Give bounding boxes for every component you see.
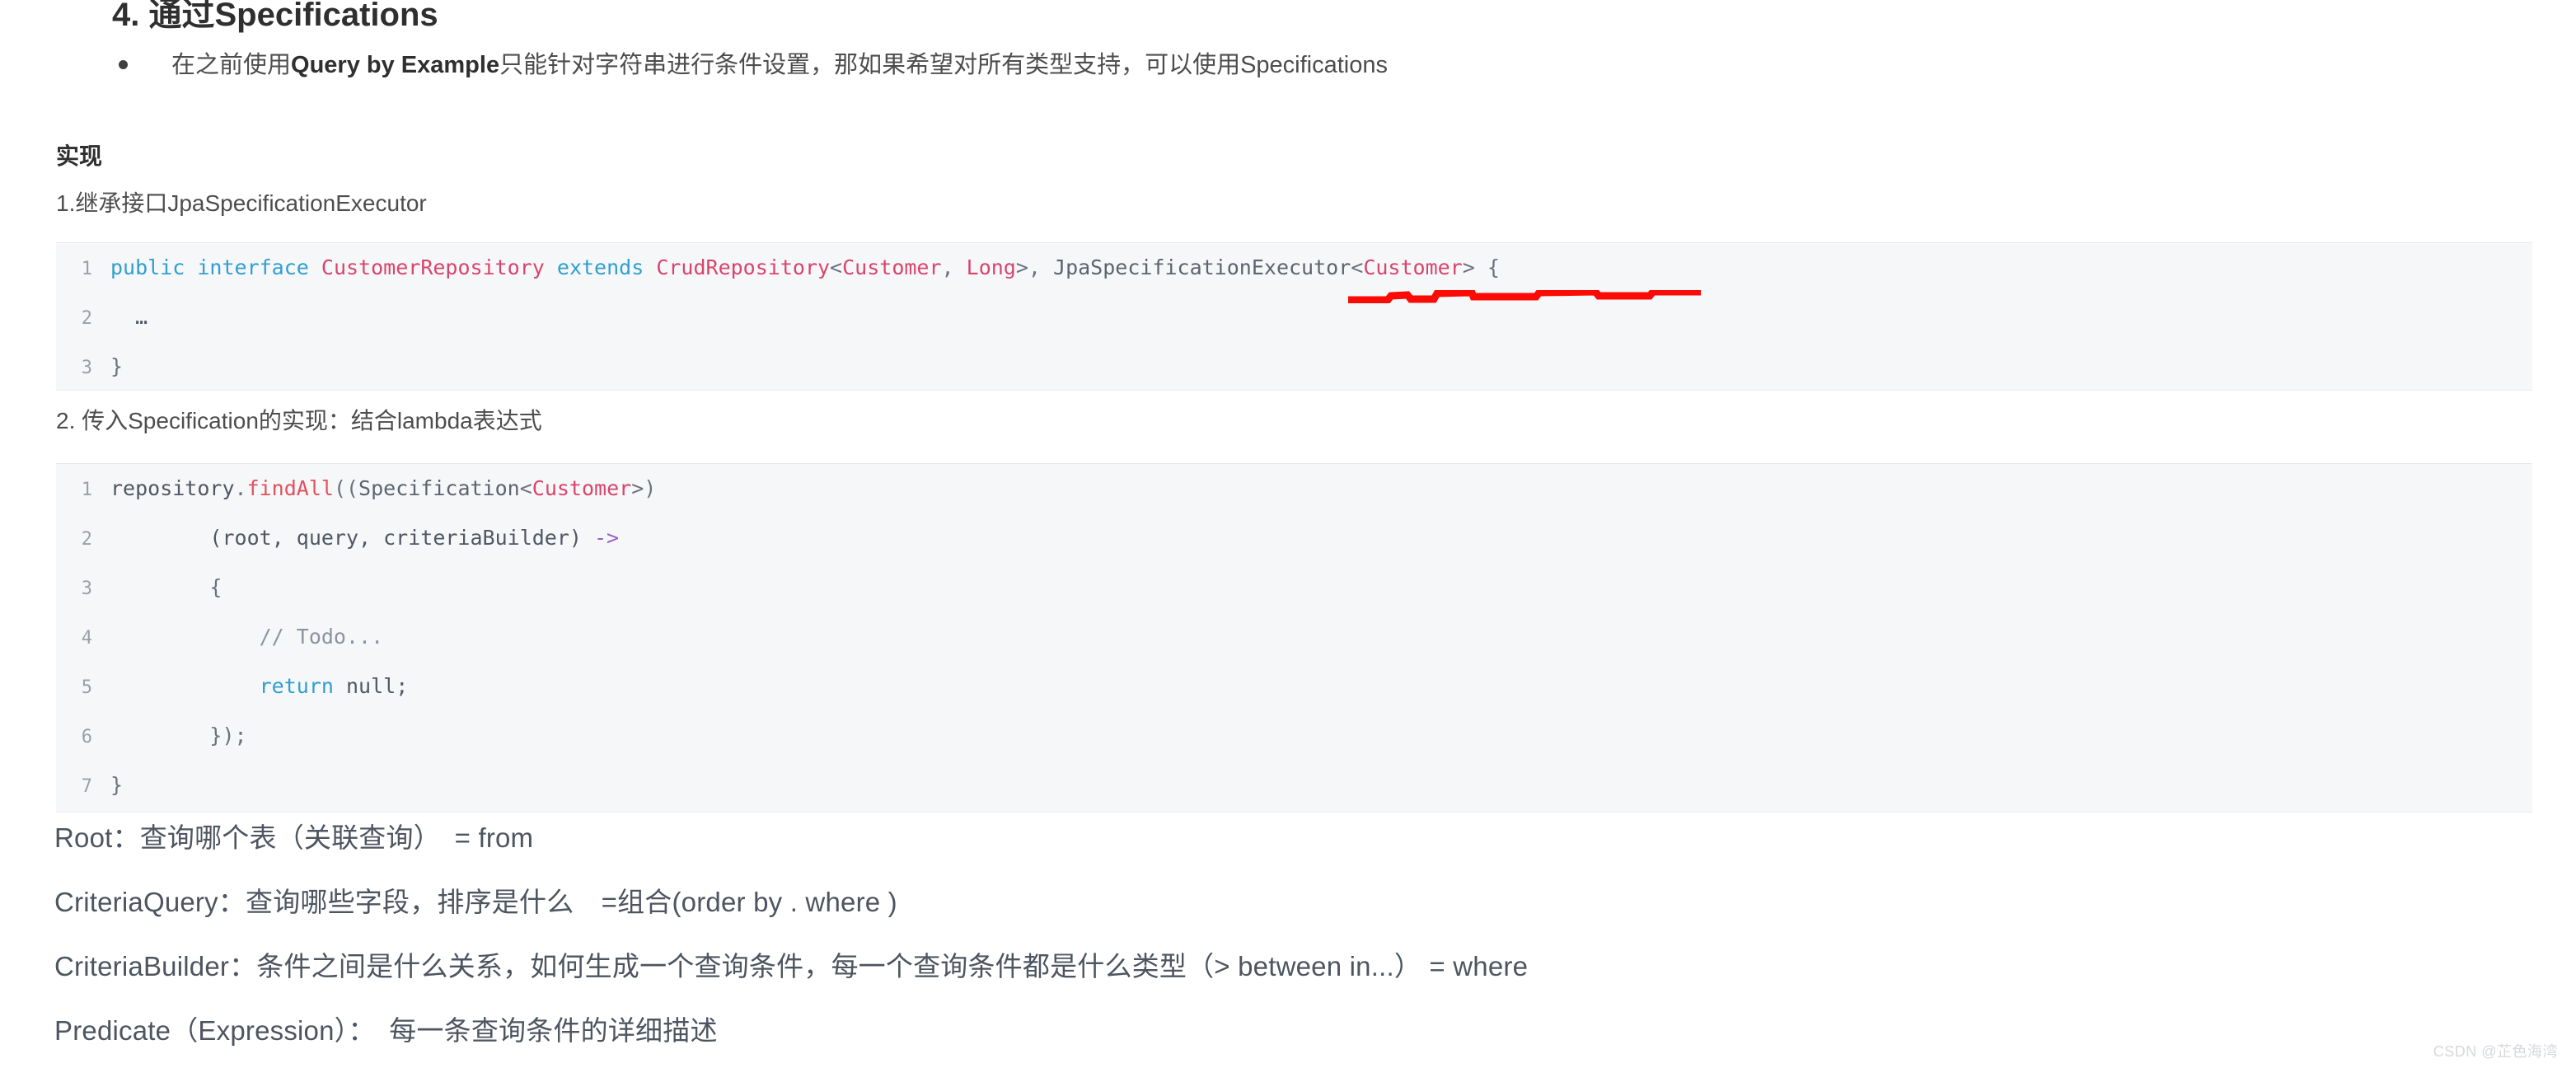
code-token: Specification [358,476,520,500]
code-token: -> [594,526,620,550]
code-token: Customer [1363,255,1463,279]
code-line: 5 return null; [56,662,2532,711]
code-line-number: 6 [81,727,92,747]
code-token: CustomerRepository [321,255,545,279]
code-token: extends [556,255,644,279]
code-line-text: // Todo... [110,612,384,662]
code-token: < [519,476,532,500]
bullet-text-suffix: 只能针对字符串进行条件设置，那如果希望对所有类型支持，可以使用Specifica… [499,52,1389,78]
code-line-text: } [110,761,123,810]
code-line-number: 1 [81,259,92,279]
code-token: Customer [842,255,942,279]
code-token: >) [631,476,657,500]
list-item: 在之前使用Query by Example只能针对字符串进行条件设置，那如果希望… [112,49,2502,81]
code-line-number: 5 [81,677,92,698]
code-line-number: 3 [81,358,92,378]
code-line: 7} [56,761,2532,810]
paragraph-step-1: 1.继承接口JpaSpecificationExecutor [56,190,427,216]
code-token: Long [966,255,1016,279]
code-token: … [110,305,148,329]
code-token: { [110,575,222,599]
csdn-watermark: CSDN @芷色海湾 [2433,1043,2558,1060]
code-token: null; [333,674,409,698]
code-line-text: public interface CustomerRepository exte… [110,243,1500,293]
code-token: public [110,255,185,279]
code-line-number: 3 [81,578,92,599]
code-line-number: 2 [81,529,92,550]
code-token: } [110,354,124,378]
explanation-predicate: Predicate（Expression）： 每一条查询条件的详细描述 [54,1015,718,1046]
code-line: 1 repository.findAll((Specification<Custo… [56,464,2532,513]
code-token: (( [333,476,359,500]
bullet-text-bold: Query by Example [291,52,500,78]
code-line: 3 { [56,563,2532,612]
code-token: JpaSpecificationExecutor [1053,255,1351,279]
code-line-text: } [110,342,124,390]
code-line-text: repository.findAll((Specification<Custom… [110,464,656,513]
code-token: { [1487,255,1500,279]
code-line-number: 2 [81,308,92,329]
code-line: 2 … [56,293,2532,342]
code-token: }); [110,724,247,747]
code-line: 4 // Todo... [56,612,2532,662]
code-line-text: { [110,563,222,612]
code-block-customer-repository: 1 public interface CustomerRepository ext… [56,242,2532,391]
code-line-number: 1 [81,480,92,500]
code-token: (root, query, criteriaBuilder) [110,526,594,550]
code-token: >, [1015,255,1054,279]
code-line: 2 (root, query, criteriaBuilder) -> [56,513,2532,563]
code-token: < [1351,255,1364,279]
code-line-text: return null; [110,662,409,711]
code-token: < [830,255,843,279]
bullet-text-prefix: 在之前使用 [171,52,292,78]
paragraph-step-2: 2. 传入Specification的实现：结合lambda表达式 [56,408,542,433]
code-block-specification-lambda: 1 repository.findAll((Specification<Custo… [56,463,2532,813]
code-line: 1 public interface CustomerRepository ext… [56,243,2532,293]
code-line: 3} [56,342,2532,390]
bullet-dot-icon [119,60,128,69]
code-token: findAll [246,476,334,500]
bullet-list: 在之前使用Query by Example只能针对字符串进行条件设置，那如果希望… [112,49,2502,81]
section-heading: 4. 通过Specifications [112,0,438,33]
code-line-text: }); [110,711,247,761]
code-token: CrudRepository [656,255,831,279]
code-line-number: 4 [81,628,92,649]
code-line-text: … [110,293,148,342]
code-token: // Todo... [110,625,384,649]
code-token: > [1462,255,1487,279]
code-token: return [259,674,334,698]
code-token: } [110,773,124,797]
code-token: interface [197,255,309,279]
explanation-criteria-query: CriteriaQuery：查询哪些字段，排序是什么 =组合(order by … [54,887,897,917]
code-token: . [234,476,247,500]
sub-heading: 实现 [56,143,103,169]
code-token: Customer [532,476,632,500]
document-page: 4. 通过Specifications 在之前使用Query by Exampl… [0,0,2576,1068]
code-token: , [941,255,967,279]
code-token: repository [110,476,235,500]
explanation-root: Root：查询哪个表（关联查询） = from [54,822,534,853]
code-line-number: 7 [81,776,92,797]
code-line: 6 }); [56,711,2532,761]
explanation-criteria-builder: CriteriaBuilder：条件之间是什么关系，如何生成一个查询条件，每一个… [54,951,1529,981]
code-line-text: (root, query, criteriaBuilder) -> [110,513,619,563]
